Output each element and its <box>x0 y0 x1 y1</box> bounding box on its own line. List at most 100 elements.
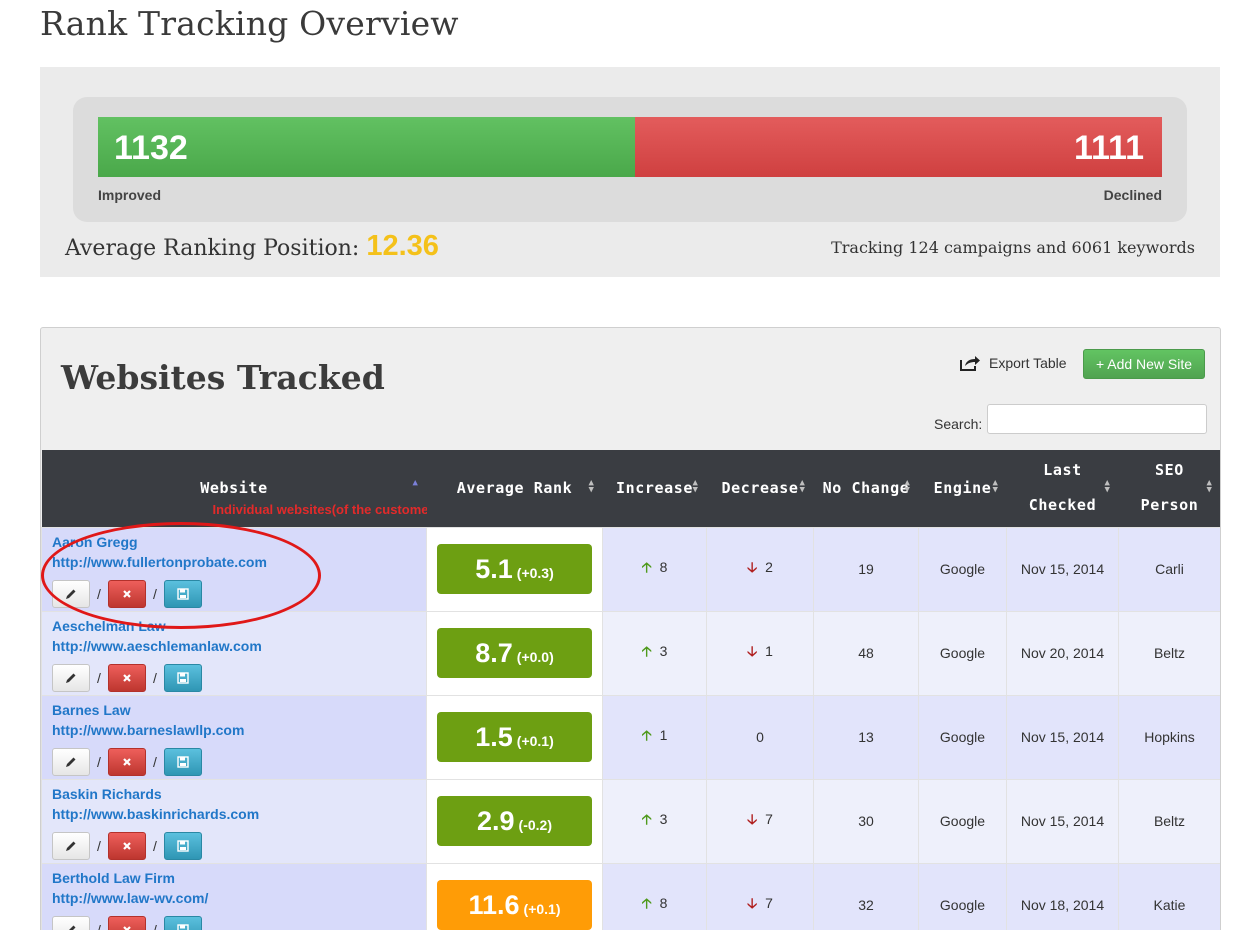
separator: / <box>97 669 101 686</box>
floppy-disk-icon <box>177 839 189 852</box>
column-header-increase[interactable]: Increase ▲ ▼ <box>602 450 707 527</box>
arrow-up-icon: 🡡 <box>641 895 652 911</box>
table-row: Aaron Gregg http://www.fullertonprobate.… <box>41 526 1220 612</box>
table-row: Barnes Law http://www.barneslawllp.com /… <box>41 694 1220 780</box>
site-url-link[interactable]: http://www.baskinrichards.com <box>52 806 426 822</box>
column-header-seo-person[interactable]: SEO Person ▲ ▼ <box>1118 450 1220 527</box>
rank-value: 2.9 <box>477 805 515 836</box>
column-header-engine[interactable]: Engine ▲ ▼ <box>918 450 1007 527</box>
engine-cell: Google <box>918 694 1007 780</box>
column-header-website[interactable]: Website ▲ Individual websites(of the cus… <box>41 450 438 527</box>
delete-button[interactable] <box>108 663 146 692</box>
last-checked-cell: Nov 15, 2014 <box>1006 694 1119 780</box>
decrease-cell: 🡣 1 <box>706 610 814 696</box>
sort-icon: ▲ ▼ <box>692 478 699 495</box>
edit-button[interactable] <box>52 747 90 776</box>
no-change-cell: 13 <box>813 694 919 780</box>
column-header-avg-rank[interactable]: Average Rank ▲ ▼ <box>426 450 603 527</box>
avg-rank-value: 12.36 <box>366 230 439 262</box>
pencil-icon <box>66 589 76 599</box>
average-rank-cell: 8.7 (+0.0) <box>426 610 603 696</box>
site-url-link[interactable]: http://www.barneslawllp.com <box>52 722 426 738</box>
increase-cell: 🡡 8 <box>602 862 707 930</box>
avg-rank-label: Average Ranking Position: <box>65 236 360 261</box>
search-input[interactable] <box>987 404 1207 434</box>
floppy-disk-icon <box>177 755 189 768</box>
arrow-down-icon: 🡣 <box>747 559 758 575</box>
column-header-last-checked[interactable]: Last Checked ▲ ▼ <box>1006 450 1119 527</box>
pencil-icon <box>66 673 76 683</box>
last-checked-cell: Nov 15, 2014 <box>1006 526 1119 612</box>
edit-button[interactable] <box>52 663 90 692</box>
add-new-site-button[interactable]: + Add New Site <box>1083 349 1205 379</box>
delete-button[interactable] <box>108 831 146 860</box>
separator: / <box>153 585 157 602</box>
save-button[interactable] <box>164 579 202 608</box>
site-url-link[interactable]: http://www.law-wv.com/ <box>52 890 426 906</box>
floppy-disk-icon <box>177 587 189 600</box>
engine-cell: Google <box>918 526 1007 612</box>
increase-cell: 🡡 1 <box>602 694 707 780</box>
delete-button[interactable] <box>108 915 146 930</box>
edit-button[interactable] <box>52 915 90 930</box>
rank-badge: 2.9 (-0.2) <box>437 796 592 846</box>
site-name-link[interactable]: Baskin Richards <box>52 786 426 802</box>
sort-icon: ▲ ▼ <box>588 478 595 495</box>
arrow-down-icon: 🡣 <box>747 643 758 659</box>
site-url-link[interactable]: http://www.aeschlemanlaw.com <box>52 638 426 654</box>
rank-value: 8.7 <box>475 637 513 668</box>
websites-tracked-panel: Websites Tracked Export Table + Add New … <box>40 327 1221 930</box>
site-url-link[interactable]: http://www.fullertonprobate.com <box>52 554 426 570</box>
rank-badge: 1.5 (+0.1) <box>437 712 592 762</box>
average-rank-cell: 5.1 (+0.3) <box>426 526 603 612</box>
site-name-link[interactable]: Aeschelman Law <box>52 618 426 634</box>
decrease-cell: 🡣 7 <box>706 778 814 864</box>
close-icon <box>123 841 131 850</box>
average-rank-cell: 1.5 (+0.1) <box>426 694 603 780</box>
separator: / <box>153 837 157 854</box>
progress-wrapper: 1132 1111 Improved Declined <box>73 97 1187 222</box>
sort-icon: ▲ <box>412 478 419 488</box>
save-button[interactable] <box>164 747 202 776</box>
row-actions: / / <box>52 831 426 860</box>
save-button[interactable] <box>164 831 202 860</box>
delete-button[interactable] <box>108 579 146 608</box>
rank-value: 11.6 <box>468 889 520 920</box>
arrow-down-icon: 🡣 <box>747 895 758 911</box>
floppy-disk-icon <box>177 671 189 684</box>
table-row: Baskin Richards http://www.baskinrichard… <box>41 778 1220 864</box>
close-icon <box>123 925 131 930</box>
arrow-down-icon: 🡣 <box>747 811 758 827</box>
seo-person-cell: Beltz <box>1118 610 1220 696</box>
decrease-cell: 🡣 7 <box>706 862 814 930</box>
delete-button[interactable] <box>108 747 146 776</box>
edit-button[interactable] <box>52 831 90 860</box>
average-rank-cell: 11.6 (+0.1) <box>426 862 603 930</box>
export-icon <box>960 356 980 371</box>
table-row: Berthold Law Firm http://www.law-wv.com/… <box>41 862 1220 930</box>
engine-cell: Google <box>918 610 1007 696</box>
site-name-link[interactable]: Barnes Law <box>52 702 426 718</box>
save-button[interactable] <box>164 663 202 692</box>
site-name-link[interactable]: Aaron Gregg <box>52 534 426 550</box>
column-header-no-change[interactable]: No Change ▲ ▼ <box>813 450 919 527</box>
site-name-link[interactable]: Berthold Law Firm <box>52 870 426 886</box>
seo-person-cell: Carli <box>1118 526 1220 612</box>
save-button[interactable] <box>164 915 202 930</box>
website-cell: Berthold Law Firm http://www.law-wv.com/… <box>41 862 427 930</box>
rank-badge: 11.6 (+0.1) <box>437 880 592 930</box>
sort-icon: ▲ ▼ <box>1206 478 1213 495</box>
sort-icon: ▲ ▼ <box>799 478 806 495</box>
pencil-icon <box>68 925 76 930</box>
improved-segment: 1132 <box>98 117 635 177</box>
improved-label: Improved <box>98 187 162 203</box>
website-cell: Barnes Law http://www.barneslawllp.com /… <box>41 694 427 780</box>
arrow-up-icon: 🡡 <box>641 811 652 827</box>
no-change-cell: 19 <box>813 526 919 612</box>
close-icon <box>123 673 131 682</box>
export-table-button[interactable]: Export Table <box>959 354 1067 372</box>
edit-button[interactable] <box>52 579 90 608</box>
rank-delta: (+0.1) <box>523 901 561 917</box>
seo-person-cell: Hopkins <box>1118 694 1220 780</box>
column-header-decrease[interactable]: Decrease ▲ ▼ <box>706 450 814 527</box>
